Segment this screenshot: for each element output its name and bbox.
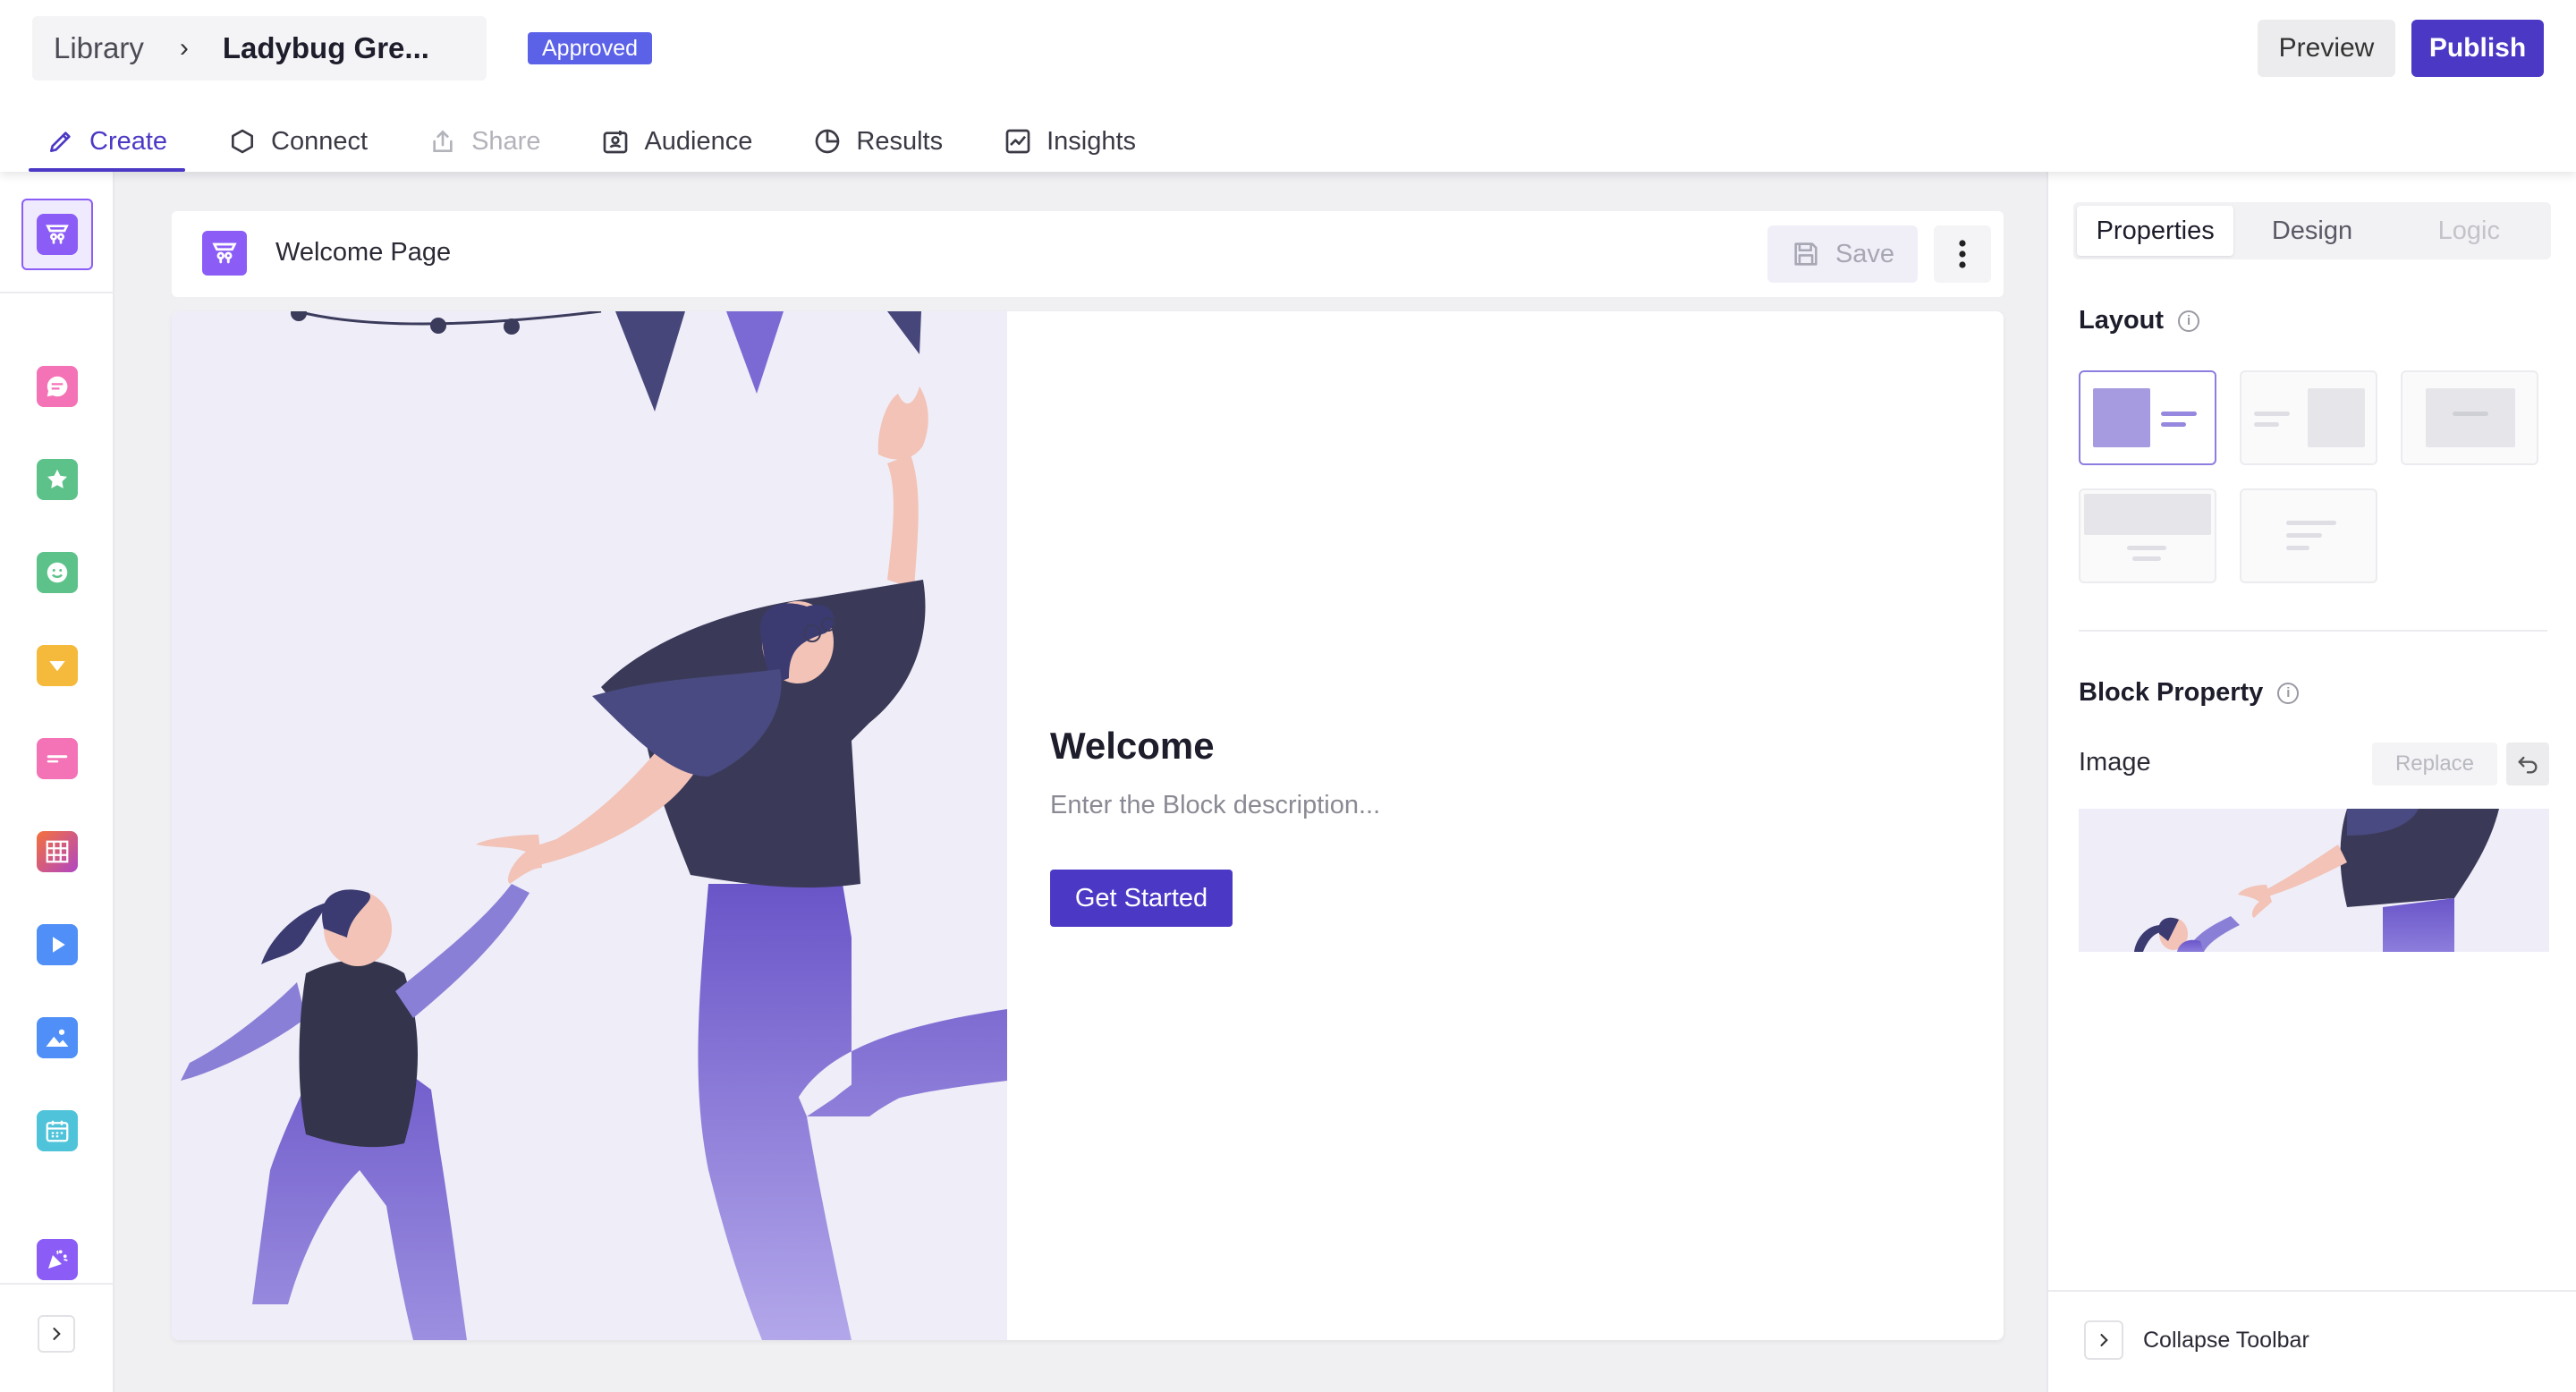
layout-option-image-top[interactable] — [2079, 488, 2216, 583]
block-description[interactable]: Enter the Block description... — [1050, 791, 1380, 820]
layout-option-image-right[interactable] — [2240, 370, 2377, 465]
main-tabs: Create Connect Share Audience Results In… — [27, 115, 1177, 172]
tab-insights[interactable]: Insights — [984, 115, 1156, 168]
tab-design[interactable]: Design — [2233, 206, 2390, 256]
image-block-button[interactable] — [21, 1002, 93, 1074]
tab-label: Share — [471, 126, 541, 156]
pie-chart-icon — [816, 129, 840, 154]
save-label: Save — [1835, 239, 1895, 268]
tab-label: Insights — [1046, 126, 1137, 156]
video-block-button[interactable] — [21, 909, 93, 980]
smiley-icon — [37, 552, 78, 593]
tab-share[interactable]: Share — [409, 115, 560, 168]
info-icon[interactable]: i — [2277, 682, 2300, 704]
breadcrumb: Library › Ladybug Gre... — [32, 16, 487, 81]
chat-block-button[interactable] — [21, 351, 93, 422]
image-icon — [37, 1017, 78, 1058]
image-property-label: Image — [2079, 748, 2151, 777]
matrix-grid-icon — [37, 831, 78, 872]
chat-block-icon — [37, 366, 78, 407]
rating-block-button[interactable] — [21, 444, 93, 515]
tab-label: Audience — [644, 126, 753, 156]
properties-panel: Properties Design Logic Layout i Block P… — [2046, 172, 2576, 1392]
calendar-block-button[interactable] — [21, 1095, 93, 1167]
breadcrumb-survey-title[interactable]: Ladybug Gre... — [223, 31, 429, 65]
audience-icon — [604, 131, 628, 154]
tab-audience[interactable]: Audience — [581, 115, 772, 168]
tab-label: Connect — [271, 126, 369, 156]
kebab-menu-icon — [1959, 240, 1966, 268]
publish-button[interactable]: Publish — [2411, 20, 2544, 77]
calendar-icon — [37, 1110, 78, 1151]
smiley-block-button[interactable] — [21, 537, 93, 608]
tab-label: Create — [89, 126, 168, 156]
dropdown-icon — [37, 645, 78, 686]
save-icon — [1794, 242, 1818, 266]
info-icon[interactable]: i — [2178, 310, 2200, 332]
hexagon-icon — [232, 129, 254, 154]
welcome-page-icon — [202, 231, 247, 276]
dropdown-block-button[interactable] — [21, 630, 93, 701]
tab-results[interactable]: Results — [793, 115, 962, 168]
divider — [2048, 1290, 2576, 1292]
collapse-toolbar-button[interactable]: Collapse Toolbar — [2084, 1320, 2309, 1360]
status-badge: Approved — [528, 32, 653, 64]
more-options-button[interactable] — [1934, 225, 1991, 283]
undo-icon — [2518, 756, 2538, 774]
layout-title-text: Layout — [2079, 306, 2165, 335]
replace-image-button[interactable]: Replace — [2372, 743, 2497, 785]
block-toolbar — [0, 172, 114, 1392]
video-icon — [37, 924, 78, 965]
tab-logic[interactable]: Logic — [2391, 206, 2547, 256]
block-property-title-text: Block Property — [2079, 678, 2264, 707]
top-bar: Library › Ladybug Gre... Approved Previe… — [0, 0, 2576, 172]
chevron-right-icon — [2084, 1320, 2123, 1360]
page-title: Welcome Page — [275, 238, 452, 267]
tab-properties[interactable]: Properties — [2077, 206, 2234, 256]
welcome-block-icon — [37, 214, 78, 255]
divider — [0, 1283, 114, 1285]
get-started-button[interactable]: Get Started — [1050, 870, 1233, 927]
block-title[interactable]: Welcome — [1050, 725, 1215, 768]
divider — [0, 292, 114, 293]
divider — [2079, 630, 2547, 632]
preview-button[interactable]: Preview — [2258, 20, 2395, 77]
tab-label: Results — [856, 126, 944, 156]
page-header-bar: Welcome Page Save — [172, 211, 2004, 297]
welcome-block-canvas: Welcome Enter the Block description... G… — [172, 311, 2004, 1340]
layout-section-title: Layout i — [2079, 306, 2200, 335]
star-rating-icon — [37, 459, 78, 500]
welcome-illustration[interactable] — [172, 311, 1007, 1340]
text-block-button[interactable] — [21, 723, 93, 794]
welcome-block-button[interactable] — [21, 199, 93, 270]
thank-you-block-button[interactable] — [21, 1224, 93, 1295]
expand-toolbar-button[interactable] — [38, 1315, 75, 1353]
thank-you-icon — [37, 1239, 78, 1280]
tab-create[interactable]: Create — [27, 115, 187, 172]
pencil-icon — [50, 132, 71, 152]
panel-tabs: Properties Design Logic — [2073, 202, 2551, 259]
tab-connect[interactable]: Connect — [208, 115, 387, 168]
chevron-right-icon: › — [179, 33, 189, 63]
layout-option-image-background[interactable] — [2401, 370, 2538, 465]
share-icon — [433, 130, 453, 152]
text-input-icon — [37, 738, 78, 779]
breadcrumb-library-link[interactable]: Library — [54, 31, 144, 65]
matrix-block-button[interactable] — [21, 816, 93, 887]
block-property-section-title: Block Property i — [2079, 678, 2300, 708]
layout-option-text-only[interactable] — [2240, 488, 2377, 583]
layout-option-image-left[interactable] — [2079, 370, 2216, 465]
undo-image-button[interactable] — [2506, 743, 2549, 785]
image-thumbnail[interactable] — [2079, 809, 2549, 952]
trend-chart-icon — [1005, 129, 1030, 154]
collapse-toolbar-label: Collapse Toolbar — [2143, 1327, 2309, 1353]
save-button[interactable]: Save — [1767, 225, 1918, 283]
chevron-right-icon — [53, 1328, 61, 1340]
